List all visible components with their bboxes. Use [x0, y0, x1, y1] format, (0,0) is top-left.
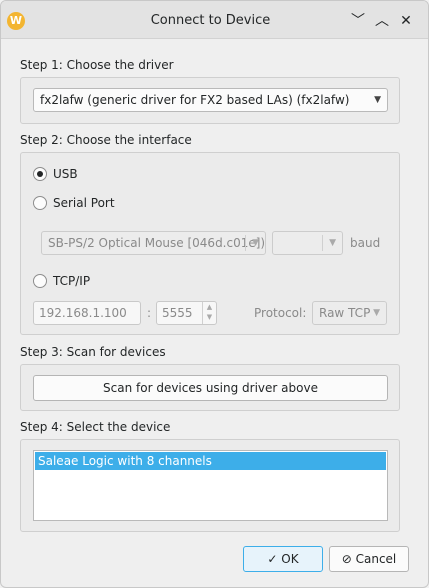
spin-arrows-icon[interactable]: ▲ ▼: [202, 302, 216, 324]
protocol-label: Protocol:: [254, 306, 307, 320]
protocol-select[interactable]: Raw TCP ▼: [312, 301, 387, 325]
port-value: 5555: [162, 306, 193, 320]
baud-label: baud: [350, 236, 381, 250]
step3-label: Step 3: Scan for devices: [20, 345, 166, 359]
chevron-down-icon: ▼: [252, 238, 259, 248]
step2-group: USB Serial Port SB-PS/2 Optical Mouse [0…: [20, 152, 400, 335]
host-port-separator: :: [147, 306, 152, 320]
port-spinbox[interactable]: 5555 ▲ ▼: [156, 301, 217, 325]
baud-select[interactable]: ▼: [272, 231, 343, 255]
close-icon[interactable]: ✕: [396, 11, 416, 31]
device-list[interactable]: Saleae Logic with 8 channels: [33, 450, 388, 521]
chevron-down-icon: ▼: [329, 238, 336, 248]
tcp-ip-radio[interactable]: [33, 274, 47, 288]
step1-label: Step 1: Choose the driver: [20, 58, 174, 72]
minimize-icon[interactable]: ﹀: [348, 11, 368, 31]
serial-port-label[interactable]: Serial Port: [53, 196, 115, 210]
step2-label: Step 2: Choose the interface: [20, 133, 192, 147]
connect-dialog: W Connect to Device ﹀ ︿ ✕ Step 1: Choose…: [0, 0, 429, 588]
usb-label[interactable]: USB: [53, 167, 78, 181]
cancel-button[interactable]: ⊘ Cancel: [329, 546, 409, 572]
driver-select-value: fx2lafw (generic driver for FX2 based LA…: [40, 93, 350, 107]
driver-select[interactable]: fx2lafw (generic driver for FX2 based LA…: [33, 88, 388, 112]
maximize-icon[interactable]: ︿: [372, 11, 392, 31]
step3-group: Scan for devices using driver above: [20, 364, 400, 411]
tcp-ip-label[interactable]: TCP/IP: [53, 274, 90, 288]
usb-radio[interactable]: [33, 167, 47, 181]
step1-group: fx2lafw (generic driver for FX2 based LA…: [20, 77, 400, 124]
host-input[interactable]: 192.168.1.100: [33, 301, 141, 325]
list-item[interactable]: Saleae Logic with 8 channels: [35, 452, 386, 470]
serial-port-value: SB-PS/2 Optical Mouse [046d.c01e]): [48, 236, 266, 250]
check-icon: ✓: [267, 552, 278, 566]
scan-button[interactable]: Scan for devices using driver above: [33, 375, 388, 401]
title-bar: W Connect to Device ﹀ ︿ ✕: [1, 1, 428, 39]
ok-button[interactable]: ✓ OK: [243, 546, 323, 572]
chevron-down-icon: ▼: [374, 95, 381, 105]
step4-label: Step 4: Select the device: [20, 420, 171, 434]
chevron-down-icon: ▼: [373, 308, 380, 318]
cancel-label: Cancel: [355, 552, 397, 566]
ok-label: OK: [281, 552, 299, 566]
step4-group: Saleae Logic with 8 channels: [20, 439, 400, 532]
serial-port-select[interactable]: SB-PS/2 Optical Mouse [046d.c01e]) ▼: [41, 231, 266, 255]
cancel-icon: ⊘: [341, 552, 352, 566]
protocol-value: Raw TCP: [319, 306, 371, 320]
serial-port-radio[interactable]: [33, 196, 47, 210]
